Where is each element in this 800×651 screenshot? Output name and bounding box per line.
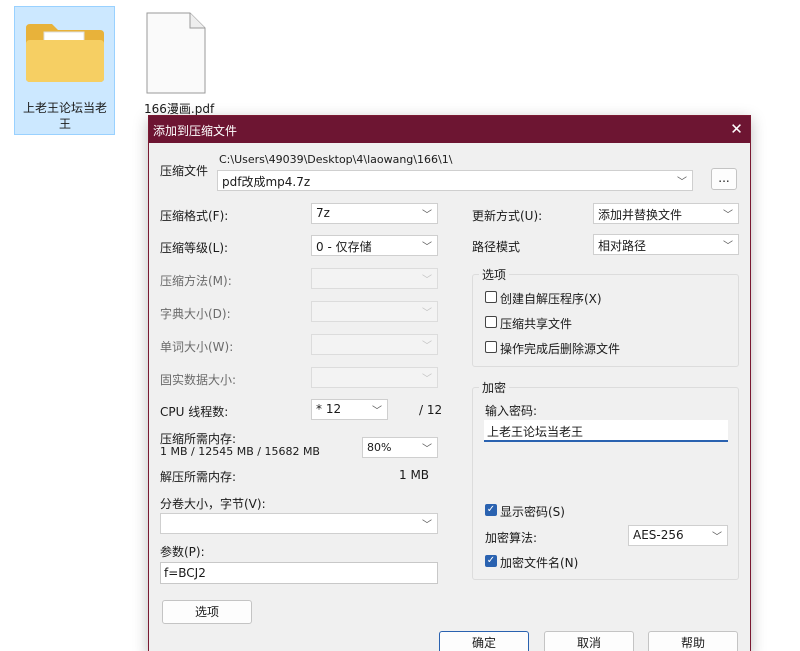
- decompress-memory-label: 解压所需内存:: [160, 470, 237, 484]
- ok-button[interactable]: 确定: [439, 631, 529, 651]
- chevron-down-icon: ﹀: [422, 210, 432, 221]
- archive-name-value: pdf改成mp4.7z: [222, 175, 311, 189]
- chevron-down-icon: ﹀: [372, 406, 382, 417]
- word-label: 单词大小(W):: [160, 340, 234, 354]
- encrypt-names-label[interactable]: 加密文件名(N): [500, 554, 578, 571]
- cancel-button[interactable]: 取消: [544, 631, 634, 651]
- chevron-down-icon: ﹀: [723, 210, 733, 221]
- cpu-value: * 12: [316, 402, 342, 416]
- sfx-checkbox[interactable]: [485, 291, 497, 303]
- folder-label[interactable]: 上老王论坛当老王: [18, 100, 112, 132]
- method-select: ﹀: [311, 268, 438, 289]
- cpu-label: CPU 线程数:: [160, 405, 229, 419]
- encrypt-names-checkbox[interactable]: ✓: [485, 555, 497, 567]
- password-input[interactable]: 上老王论坛当老王: [484, 420, 728, 442]
- params-label: 参数(P):: [160, 545, 205, 559]
- chevron-down-icon: ﹀: [422, 341, 432, 352]
- browse-button[interactable]: ...: [711, 168, 737, 190]
- dict-label: 字典大小(D):: [160, 307, 231, 321]
- help-button[interactable]: 帮助: [648, 631, 738, 651]
- delete-source-label[interactable]: 操作完成后删除源文件: [500, 340, 620, 357]
- format-label: 压缩格式(F):: [160, 209, 229, 223]
- chevron-down-icon: ﹀: [422, 308, 432, 319]
- chevron-down-icon: ﹀: [422, 374, 432, 385]
- update-mode-label: 更新方式(U):: [472, 209, 543, 223]
- shared-files-label[interactable]: 压缩共享文件: [500, 315, 572, 332]
- chevron-down-icon: ﹀: [677, 177, 687, 188]
- format-select[interactable]: 7z ﹀: [311, 203, 438, 224]
- level-label: 压缩等级(L):: [160, 241, 229, 255]
- volume-select[interactable]: ﹀: [160, 513, 438, 534]
- volume-label: 分卷大小，字节(V):: [160, 497, 266, 511]
- chevron-down-icon: ﹀: [422, 520, 432, 531]
- pdf-file-icon[interactable]: [146, 12, 206, 94]
- options-group-title: 选项: [479, 266, 510, 283]
- solid-select: ﹀: [311, 367, 438, 388]
- memory-detail: 1 MB / 12545 MB / 15682 MB: [160, 445, 320, 458]
- update-mode-select[interactable]: 添加并替换文件 ﹀: [593, 203, 739, 224]
- level-select[interactable]: 0 - 仅存储 ﹀: [311, 235, 438, 256]
- cpu-select[interactable]: * 12 ﹀: [311, 399, 388, 420]
- chevron-down-icon: ﹀: [723, 241, 733, 252]
- algorithm-select[interactable]: AES-256 ﹀: [628, 525, 728, 546]
- chevron-down-icon: ﹀: [422, 275, 432, 286]
- add-to-archive-dialog: 添加到压缩文件 ✕ 压缩文件 C:\Users\49039\Desktop\4\…: [148, 115, 751, 651]
- format-value: 7z: [316, 206, 330, 220]
- close-icon[interactable]: ✕: [723, 116, 750, 143]
- shared-files-checkbox[interactable]: [485, 316, 497, 328]
- path-mode-label: 路径模式: [472, 240, 521, 254]
- algorithm-label: 加密算法:: [485, 531, 538, 545]
- update-mode-value: 添加并替换文件: [598, 208, 683, 222]
- path-mode-value: 相对路径: [598, 239, 647, 253]
- password-label: 输入密码:: [485, 404, 538, 418]
- folder-icon[interactable]: [24, 22, 106, 84]
- method-label: 压缩方法(M):: [160, 274, 232, 288]
- memory-percent-select[interactable]: 80% ﹀: [362, 437, 438, 458]
- dialog-titlebar: 添加到压缩文件 ✕: [149, 116, 750, 143]
- algorithm-value: AES-256: [633, 528, 684, 542]
- sfx-label[interactable]: 创建自解压程序(X): [500, 290, 602, 307]
- chevron-down-icon: ﹀: [422, 242, 432, 253]
- archive-label: 压缩文件: [160, 164, 209, 178]
- decompress-memory-value: 1 MB: [399, 468, 430, 482]
- chevron-down-icon: ﹀: [712, 532, 722, 543]
- solid-label: 固实数据大小:: [160, 373, 237, 387]
- encryption-group-title: 加密: [479, 379, 510, 396]
- path-mode-select[interactable]: 相对路径 ﹀: [593, 234, 739, 255]
- delete-source-checkbox[interactable]: [485, 341, 497, 353]
- archive-path: C:\Users\49039\Desktop\4\laowang\166\1\: [219, 153, 453, 166]
- level-value: 0 - 仅存储: [316, 240, 372, 254]
- show-password-label[interactable]: 显示密码(S): [500, 503, 565, 520]
- cpu-total: / 12: [419, 403, 443, 417]
- show-password-checkbox[interactable]: ✓: [485, 504, 497, 516]
- memory-percent-value: 80%: [367, 441, 392, 454]
- word-select: ﹀: [311, 334, 438, 355]
- dialog-title: 添加到压缩文件: [153, 124, 238, 138]
- params-input[interactable]: f=BCJ2: [160, 562, 438, 584]
- dict-select: ﹀: [311, 301, 438, 322]
- archive-name-combo[interactable]: pdf改成mp4.7z ﹀: [217, 170, 693, 191]
- options-button[interactable]: 选项: [162, 600, 252, 624]
- chevron-down-icon: ﹀: [422, 444, 432, 455]
